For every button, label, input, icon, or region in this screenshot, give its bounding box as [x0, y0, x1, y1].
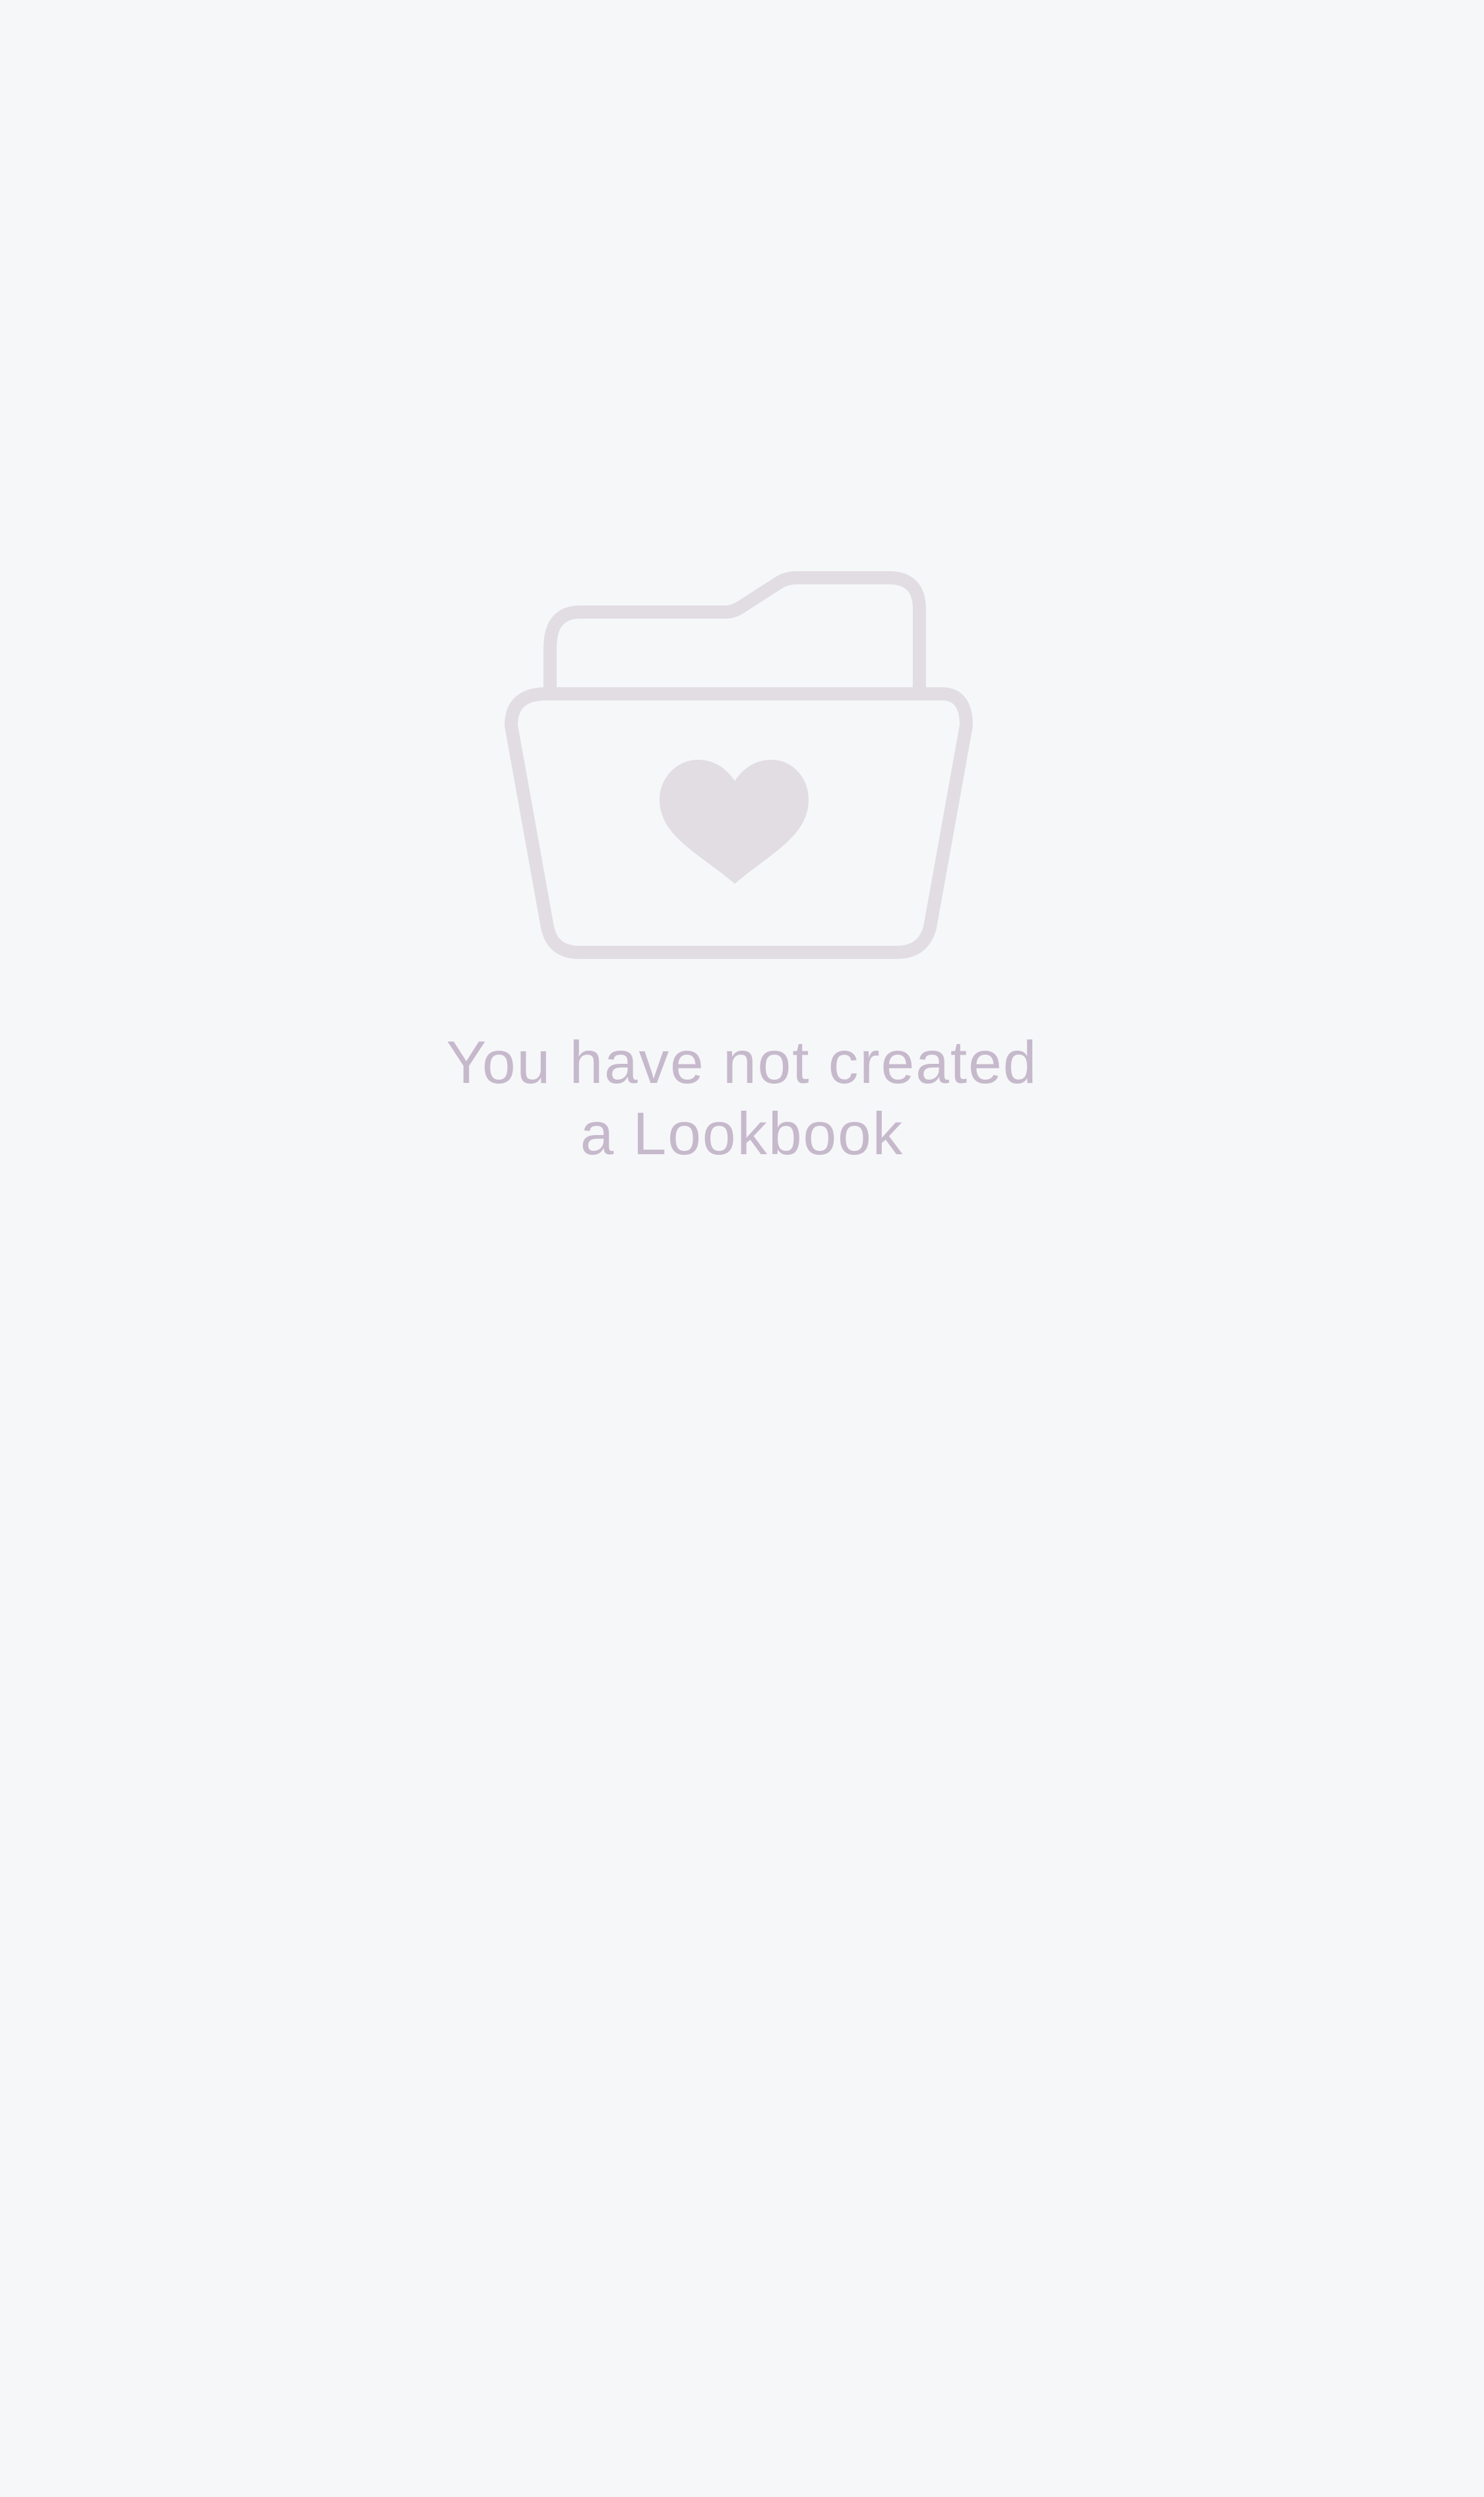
heart-icon [660, 760, 809, 884]
empty-state: You have not created a Lookbook [0, 0, 1484, 2497]
folder-heart-icon [505, 571, 973, 959]
empty-state-message-line1: You have not created [446, 1030, 1038, 1096]
empty-state-message: You have not created a Lookbook [0, 1028, 1484, 1170]
empty-state-message-line2: a Lookbook [580, 1101, 904, 1167]
